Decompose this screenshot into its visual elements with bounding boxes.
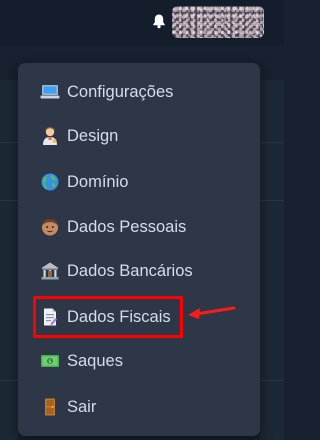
menu-item-design[interactable]: Design [40, 123, 118, 149]
document-icon [40, 307, 60, 327]
screen: Configurações Design Domínio Dados Pesso… [0, 0, 284, 440]
person-face-icon [40, 217, 60, 237]
bank-icon [40, 261, 60, 281]
globe-icon [40, 172, 60, 192]
menu-item-label: Dados Fiscais [67, 307, 171, 326]
menu-item-label: Dados Bancários [67, 261, 193, 280]
menu-item-label: Domínio [67, 172, 129, 191]
laptop-icon [40, 82, 60, 102]
user-avatar[interactable] [172, 6, 264, 38]
menu-item-dados-pessoais[interactable]: Dados Pessoais [40, 214, 186, 240]
menu-item-label: Dados Pessoais [67, 217, 187, 236]
menu-item-dados-bancarios[interactable]: Dados Bancários [40, 258, 193, 284]
background-panel [260, 80, 284, 440]
menu-item-label: Configurações [67, 82, 174, 101]
menu-item-configuracoes[interactable]: Configurações [40, 79, 173, 105]
top-bar [0, 0, 284, 45]
menu-item-dados-fiscais[interactable]: Dados Fiscais [40, 304, 171, 330]
user-dropdown-menu: Configurações Design Domínio Dados Pesso… [18, 63, 260, 436]
menu-item-label: Sair [67, 397, 97, 416]
menu-item-sair[interactable]: Sair [40, 394, 96, 420]
door-icon [40, 397, 60, 417]
menu-item-saques[interactable]: $ Saques [40, 348, 123, 374]
artist-icon [40, 126, 60, 146]
annotation-arrow [188, 306, 236, 319]
bell-icon[interactable] [150, 12, 168, 30]
menu-item-label: Saques [67, 351, 123, 370]
background-panel [0, 80, 18, 440]
menu-item-dominio[interactable]: Domínio [40, 169, 128, 195]
money-icon: $ [40, 351, 60, 371]
svg-text:$: $ [48, 359, 52, 365]
menu-item-label: Design [67, 126, 119, 145]
